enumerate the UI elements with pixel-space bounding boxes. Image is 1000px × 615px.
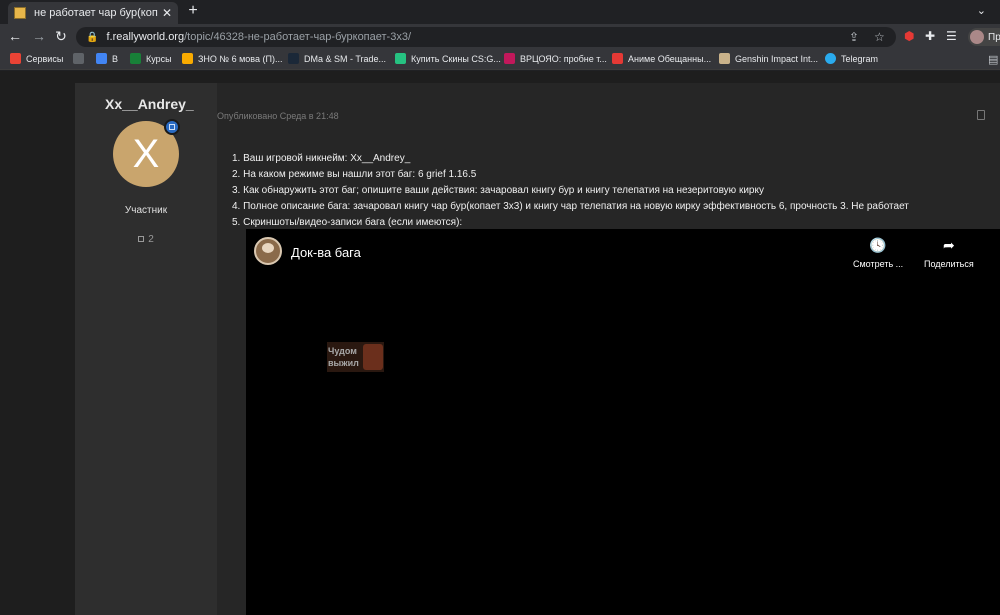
bookmark-label: ВРЦОЯО: пробне т...	[520, 53, 607, 64]
tab-close-icon[interactable]: ✕	[162, 6, 172, 20]
forum-post: Xx__Andrey_ X Участник 2 Опубликовано Ср…	[75, 83, 1000, 615]
tab-search-icon[interactable]: ⌄	[977, 4, 986, 17]
post-line: 1. Ваш игровой никнейм: Xx__Andrey_	[232, 153, 411, 164]
share-page-icon[interactable]: ⇪	[849, 30, 859, 44]
clock-icon: 🕓	[869, 237, 887, 253]
status-badge	[164, 119, 180, 135]
bookmark-favicon-icon	[395, 53, 406, 64]
bookmark-favicon-icon	[719, 53, 730, 64]
bookmark-star-icon[interactable]: ☆	[874, 30, 885, 44]
post-line: 4. Полное описание бага: зачаровал книгу…	[232, 201, 909, 212]
bookmark-item[interactable]: Курсы	[130, 53, 172, 64]
apps-grid-icon	[10, 53, 21, 64]
bookmark-label: Курсы	[146, 53, 172, 64]
post-timestamp: Опубликовано Среда в 21:48	[217, 111, 339, 121]
bookmark-label: Сервисы	[26, 53, 64, 64]
reputation-icon	[138, 236, 145, 242]
watch-later-label: Смотреть ...	[853, 259, 904, 269]
author-username[interactable]: Xx__Andrey_	[105, 96, 194, 112]
watch-later-button[interactable]: 🕓 Смотреть ...	[853, 237, 903, 269]
reading-list-icon[interactable]: ▤	[988, 53, 998, 66]
browser-tab[interactable]: не работает чар бур(копает 3х3 ✕	[8, 2, 178, 24]
browser-toolbar: ← → ↻ 🔒 f.reallyworld.org /topic/46328-н…	[0, 24, 1000, 50]
bookmark-item[interactable]	[73, 53, 89, 64]
channel-avatar[interactable]	[254, 237, 282, 265]
address-bar[interactable]: 🔒 f.reallyworld.org /topic/46328-не-рабо…	[76, 27, 896, 47]
profile-label: Пр	[988, 31, 1000, 43]
avatar-letter: X	[132, 131, 160, 176]
share-label: Поделиться	[924, 259, 974, 269]
bookmark-favicon-icon	[504, 53, 515, 64]
thumb-text: Чудом	[328, 346, 357, 356]
video-thumbnail: Чудом выжил	[327, 342, 384, 372]
share-arrow-icon: ➦	[942, 237, 955, 253]
thumb-figure	[363, 344, 383, 370]
profile-avatar	[970, 30, 984, 44]
bookmarks-bar: Сервисы В Курсы ЗНО № 6 мова (П)... DMa …	[0, 50, 1000, 70]
new-tab-button[interactable]: +	[185, 2, 201, 20]
media-controls-icon[interactable]: ☰	[946, 29, 957, 43]
bookmark-item[interactable]: В	[96, 53, 118, 64]
tab-title: не работает чар бур(копает 3х3	[34, 7, 158, 19]
share-button[interactable]: ➦ Поделиться	[924, 237, 974, 269]
history-icon	[73, 53, 84, 64]
reputation-counter: 2	[75, 234, 217, 245]
bookmark-label: Genshin Impact Int...	[735, 53, 819, 64]
lock-icon: 🔒	[86, 31, 99, 43]
bookmark-item[interactable]: Купить Скины CS:G...	[395, 53, 501, 64]
thumb-text: выжил	[328, 358, 359, 368]
bookmark-item[interactable]: DMa & SM - Trade...	[288, 53, 386, 64]
tab-strip: не работает чар бур(копает 3х3 ✕ + ⌄	[0, 0, 1000, 24]
share-post-icon[interactable]	[977, 110, 985, 120]
bookmark-label: Telegram	[841, 53, 879, 64]
youtube-embed[interactable]: Док-ва бага 🕓 Смотреть ... ➦ Поделиться …	[246, 229, 1000, 615]
url-host: f.reallyworld.org	[106, 31, 185, 43]
post-body: 1. Ваш игровой никнейм: Xx__Andrey_ 2. Н…	[232, 151, 909, 231]
bookmark-favicon-icon	[182, 53, 193, 64]
post-line: 2. На каком режиме вы нашли этот баг: 6 …	[232, 169, 477, 180]
classroom-icon	[130, 53, 141, 64]
site-favicon-icon	[14, 7, 26, 19]
video-title[interactable]: Док-ва бага	[291, 245, 361, 260]
bookmark-item[interactable]: Сервисы	[10, 53, 63, 64]
bookmark-item[interactable]: ВРЦОЯО: пробне т...	[504, 53, 607, 64]
bookmark-item[interactable]: Telegram	[825, 53, 878, 64]
bookmark-item[interactable]: ЗНО № 6 мова (П)...	[182, 53, 282, 64]
steam-icon	[288, 53, 299, 64]
reputation-value: 2	[148, 234, 154, 245]
forum-page: Xx__Andrey_ X Участник 2 Опубликовано Ср…	[0, 71, 1000, 615]
bookmark-label: В	[112, 53, 119, 64]
bookmark-label: ЗНО № 6 мова (П)...	[198, 53, 283, 64]
extension-shield-icon[interactable]: ⬢	[904, 29, 914, 43]
bookmark-label: DMa & SM - Trade...	[304, 53, 387, 64]
reload-icon[interactable]: ↻	[52, 28, 70, 45]
bookmark-label: Аниме Обещанны...	[628, 53, 712, 64]
url-path: /topic/46328-не-работает-чар-буркопает-3…	[184, 31, 412, 43]
bookmark-item[interactable]: Аниме Обещанны...	[612, 53, 711, 64]
bookmark-favicon-icon	[96, 53, 107, 64]
bookmark-item[interactable]: Genshin Impact Int...	[719, 53, 818, 64]
author-role: Участник	[124, 205, 168, 216]
forward-icon[interactable]: →	[30, 28, 48, 44]
post-author-pane: Xx__Andrey_ X Участник 2	[75, 83, 217, 615]
back-icon[interactable]: ←	[6, 28, 24, 44]
post-line: 3. Как обнаружить этот баг; опишите ваши…	[232, 185, 764, 196]
telegram-icon	[825, 53, 836, 64]
bookmark-favicon-icon	[612, 53, 623, 64]
bookmark-label: Купить Скины CS:G...	[411, 53, 501, 64]
extensions-puzzle-icon[interactable]: ✚	[925, 29, 935, 43]
profile-button[interactable]: Пр	[968, 28, 1000, 46]
